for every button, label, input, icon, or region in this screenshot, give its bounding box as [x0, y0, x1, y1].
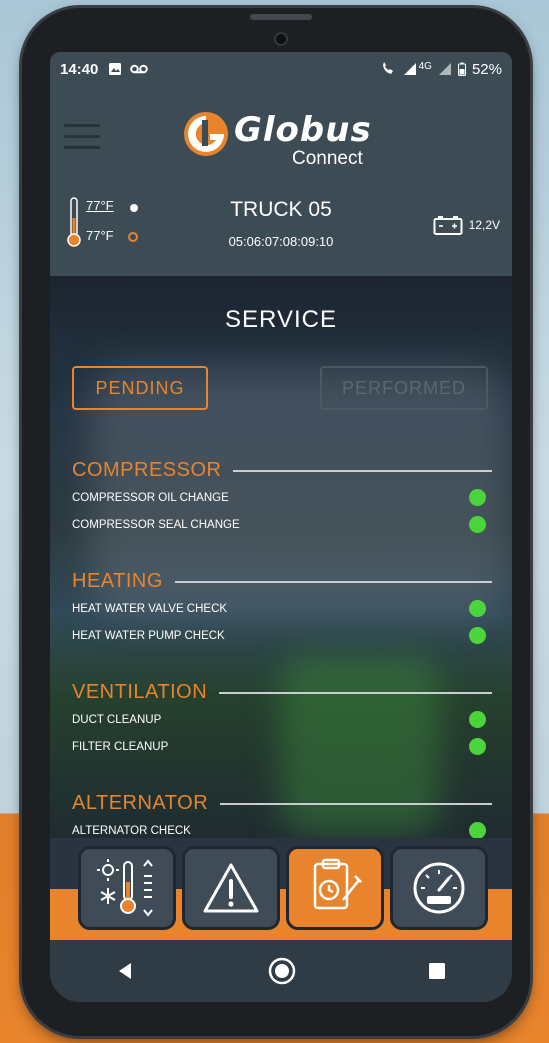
service-item-label: HEAT WATER PUMP CHECK [72, 629, 225, 642]
globus-logo: Globus Connect [178, 104, 408, 174]
hamburger-menu-icon[interactable] [64, 124, 100, 150]
battery-status-icon [457, 62, 466, 76]
car-battery-icon [433, 216, 463, 235]
service-item[interactable]: DUCT CLEANUP [72, 706, 492, 733]
service-item-label: COMPRESSOR OIL CHANGE [72, 491, 229, 504]
back-icon[interactable] [115, 960, 137, 982]
gallery-icon [109, 63, 122, 75]
service-group-ventilation: VENTILATION DUCT CLEANUP FILTER CLEANUP [72, 678, 492, 760]
group-title: HEATING [72, 569, 163, 592]
front-camera [276, 34, 286, 44]
wifi-call-icon [382, 62, 393, 74]
status-ok-indicator [469, 489, 486, 506]
group-title: COMPRESSOR [72, 458, 222, 481]
gauge-icon [413, 862, 465, 914]
service-item[interactable]: HEAT WATER PUMP CHECK [72, 622, 492, 649]
phone-frame: 14:40 4G 52% Globus Connect 77°F 77°F TR… [22, 8, 530, 1036]
status-ok-indicator [469, 627, 486, 644]
recents-icon[interactable] [427, 961, 447, 981]
service-item[interactable]: COMPRESSOR OIL CHANGE [72, 484, 492, 511]
service-icon [313, 858, 362, 910]
nav-climate-button[interactable] [78, 846, 176, 930]
vehicle-battery: 12,2V [433, 214, 500, 236]
battery-percent: 52% [471, 60, 502, 78]
service-group-heating: HEATING HEAT WATER VALVE CHECK HEAT WATE… [72, 567, 492, 649]
logo-mark-icon [184, 112, 228, 156]
service-content: SERVICE PENDING PERFORMED COMPRESSOR COM… [50, 276, 512, 838]
status-ok-indicator [469, 711, 486, 728]
service-item[interactable]: ALTERNATOR CHECK [72, 817, 492, 838]
status-ok-indicator [469, 738, 486, 755]
divider [233, 470, 492, 472]
service-group-compressor: COMPRESSOR COMPRESSOR OIL CHANGE COMPRES… [72, 456, 492, 538]
status-ok-indicator [469, 600, 486, 617]
signal-2-icon [438, 63, 451, 75]
warning-icon [203, 863, 259, 913]
nav-gauge-button[interactable] [390, 846, 488, 930]
screen: 14:40 4G 52% Globus Connect 77°F 77°F TR… [50, 52, 512, 1002]
signal-icon [403, 63, 416, 75]
tab-performed[interactable]: PERFORMED [320, 366, 488, 410]
service-item-label: FILTER CLEANUP [72, 740, 169, 753]
service-item-label: HEAT WATER VALVE CHECK [72, 602, 228, 615]
service-item[interactable]: COMPRESSOR SEAL CHANGE [72, 511, 492, 538]
group-title: ALTERNATOR [72, 791, 209, 814]
status-time: 14:40 [60, 60, 99, 78]
tab-pending[interactable]: PENDING [72, 366, 208, 410]
nav-alerts-button[interactable] [182, 846, 280, 930]
logo-text: Globus [234, 110, 372, 150]
service-item-label: COMPRESSOR SEAL CHANGE [72, 518, 240, 531]
app-header: Globus Connect 77°F 77°F TRUCK 05 05:06:… [50, 86, 512, 276]
truck-id: 05:06:07:08:09:10 [228, 234, 334, 249]
status-ok-indicator [469, 822, 486, 838]
divider [174, 581, 492, 583]
status-bar: 14:40 4G 52% [50, 52, 512, 86]
android-navigation-bar [50, 940, 512, 1002]
climate-icon [97, 859, 153, 917]
service-item-label: ALTERNATOR CHECK [72, 824, 191, 837]
service-item-label: DUCT CLEANUP [72, 713, 162, 726]
battery-voltage: 12,2V [468, 218, 500, 232]
divider [220, 803, 492, 805]
logo-subtext: Connect [292, 148, 363, 169]
service-group-alternator: ALTERNATOR ALTERNATOR CHECK [72, 789, 492, 838]
network-type: 4G [418, 60, 432, 72]
home-icon[interactable] [267, 956, 297, 986]
service-item[interactable]: HEAT WATER VALVE CHECK [72, 595, 492, 622]
page-title: SERVICE [225, 306, 337, 333]
voicemail-icon [130, 64, 149, 74]
status-ok-indicator [469, 516, 486, 533]
nav-service-button[interactable] [286, 846, 384, 930]
speaker-grille [250, 14, 312, 20]
service-item[interactable]: FILTER CLEANUP [72, 733, 492, 760]
group-title: VENTILATION [72, 680, 208, 703]
divider [219, 692, 492, 694]
bottom-app-nav [50, 838, 512, 940]
